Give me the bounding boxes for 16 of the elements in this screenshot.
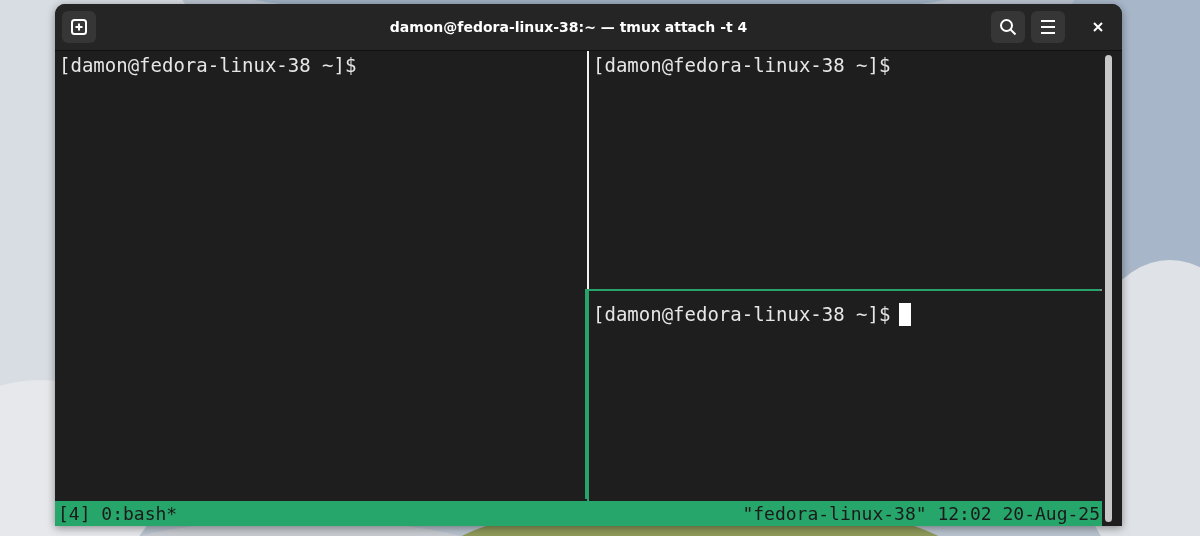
close-icon [1092, 21, 1104, 33]
shell-prompt: [damon@fedora-linux-38 ~]$ [59, 54, 357, 76]
search-button[interactable] [991, 11, 1025, 43]
text-cursor [899, 303, 912, 326]
window-title: damon@fedora-linux-38:~ — tmux attach -t 4 [388, 19, 749, 35]
menu-button[interactable] [1031, 11, 1065, 43]
session-window-label: [4] 0:bash* [58, 503, 178, 524]
menu-icon [1039, 19, 1057, 35]
plus-icon [70, 18, 88, 36]
new-tab-button[interactable] [62, 11, 96, 43]
terminal-pane[interactable]: [damon@fedora-linux-38 ~]$ [589, 51, 1102, 291]
host-time-date-label: "fedora-linux-38" 12:02 20-Aug-25 [742, 503, 1100, 524]
search-icon [999, 18, 1017, 36]
shell-prompt: [damon@fedora-linux-38 ~]$ [593, 54, 891, 76]
scrollbar-thumb[interactable] [1105, 55, 1112, 522]
shell-prompt: [damon@fedora-linux-38 ~]$ [593, 303, 891, 325]
